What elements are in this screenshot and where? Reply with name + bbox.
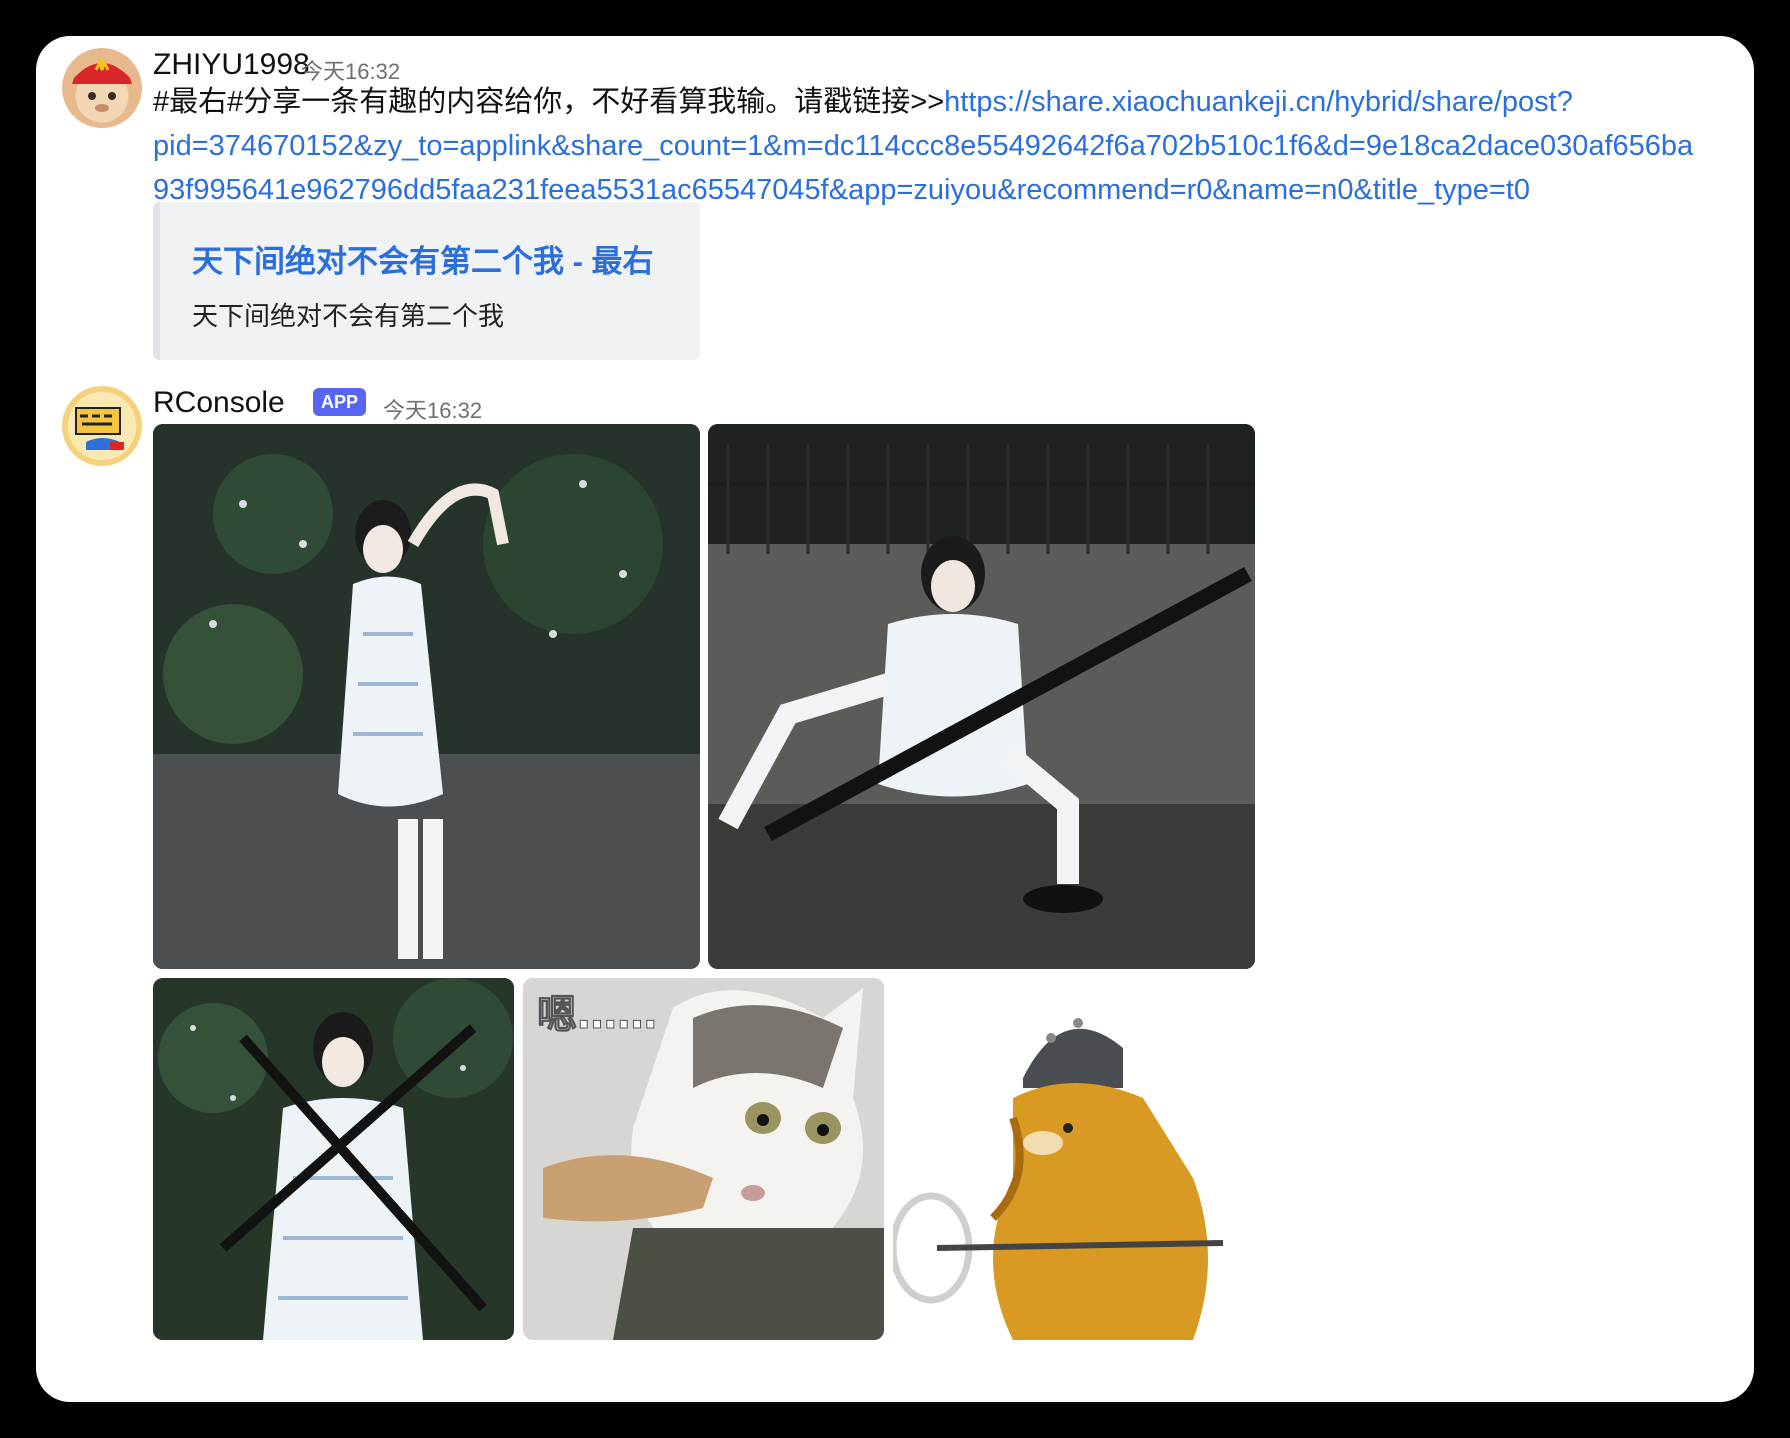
chat-window: ZHIYU1998 今天16:32 #最右#分享一条有趣的内容给你，不好看算我输…: [36, 36, 1754, 1402]
attachment-image[interactable]: [153, 978, 514, 1340]
attachment-image[interactable]: [153, 424, 700, 969]
embed-description: 天下间绝对不会有第二个我: [192, 301, 505, 331]
link-embed: 天下间绝对不会有第二个我 - 最右 天下间绝对不会有第二个我: [153, 202, 700, 360]
message-text: #最右#分享一条有趣的内容给你，不好看算我输。请戳链接>>https://sha…: [153, 80, 1733, 212]
avatar[interactable]: [62, 48, 142, 128]
meme-caption: 嗯……: [537, 992, 657, 1038]
avatar[interactable]: [62, 386, 142, 466]
embed-title[interactable]: 天下间绝对不会有第二个我 - 最右: [192, 236, 654, 281]
attachment-image[interactable]: [893, 978, 1255, 1340]
username[interactable]: RConsole: [153, 386, 285, 420]
username[interactable]: ZHIYU1998: [153, 48, 310, 82]
attachment-image[interactable]: 嗯……: [523, 978, 884, 1340]
share-link[interactable]: https://share.xiaochuankeji.cn/hybrid/sh…: [944, 86, 1573, 118]
app-badge: APP: [313, 388, 367, 416]
share-link-cont[interactable]: pid=374670152&zy_to=applink&share_count=…: [153, 130, 1693, 162]
timestamp: 今天16:32: [383, 398, 483, 423]
message-text-prefix: #最右#分享一条有趣的内容给你，不好看算我输。请戳链接>>: [153, 86, 945, 118]
attachment-image[interactable]: [708, 424, 1255, 969]
